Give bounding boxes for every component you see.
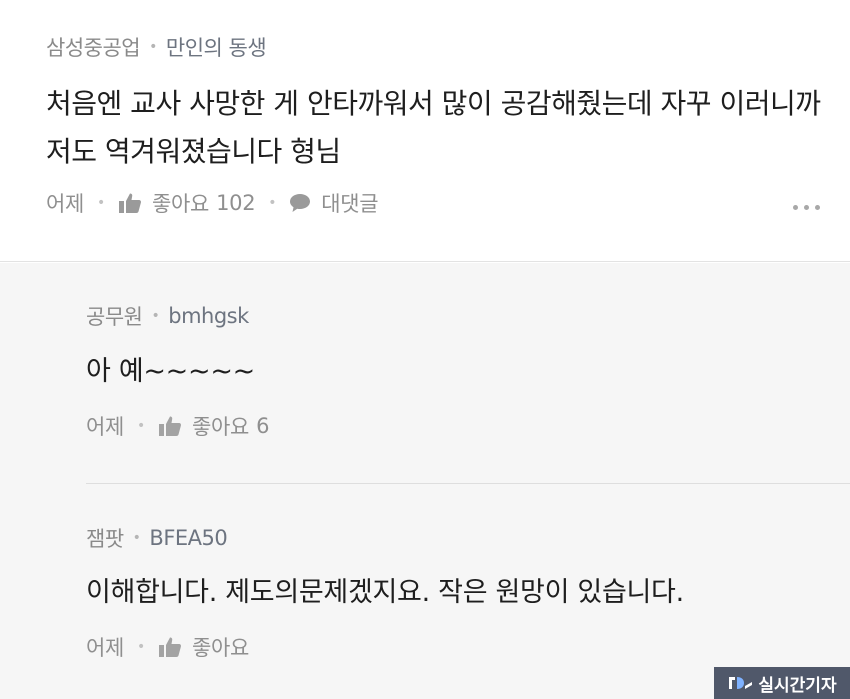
reply-nickname[interactable]: BFEA50 xyxy=(149,526,227,550)
reply-text: 아 예~~~~~ xyxy=(86,356,255,387)
reply-nickname[interactable]: bmhgsk xyxy=(168,304,249,328)
like-label: 좋아요 xyxy=(192,415,250,439)
separator-dot: • xyxy=(268,195,277,211)
more-dots-icon[interactable] xyxy=(793,205,820,210)
speech-bubble-icon xyxy=(290,194,311,212)
reply-label: 대댓글 xyxy=(321,192,379,216)
separator-dot: • xyxy=(137,639,146,655)
comment-text: 처음엔 교사 사망한 게 안타까워서 많이 공감해줬는데 자꾸 이러니까 저도 … xyxy=(46,87,821,168)
reply-meta: 공무원 • bmhgsk xyxy=(86,301,249,331)
main-comment: 삼성중공업 • 만인의 동생 처음엔 교사 사망한 게 안타까워서 많이 공감해… xyxy=(0,0,850,262)
like-count: 6 xyxy=(256,414,270,438)
comment-author[interactable]: 삼성중공업 xyxy=(46,32,141,62)
reply-meta: 잼팟 • BFEA50 xyxy=(86,523,228,553)
reply-author[interactable]: 잼팟 xyxy=(86,523,124,553)
separator-dot: • xyxy=(132,530,141,546)
like-label: 좋아요 xyxy=(192,636,250,660)
comment-actions: 어제 • 좋아요 102 • 대댓글 xyxy=(46,188,379,218)
like-label: 좋아요 xyxy=(152,192,210,216)
comment-nickname[interactable]: 만인의 동생 xyxy=(166,32,267,62)
watermark-badge: 실시간기자 xyxy=(714,667,850,699)
like-count: 102 xyxy=(216,191,256,215)
reply-list: 공무원 • bmhgsk 아 예~~~~~ 어제 • 좋아요 6 잼팟 • BF… xyxy=(0,263,850,699)
reply-time: 어제 xyxy=(86,415,125,439)
reply-author[interactable]: 공무원 xyxy=(86,301,143,331)
thumbs-up-icon xyxy=(159,416,182,436)
reply-text: 이해합니다. 제도의문제겠지요. 작은 원망이 있습니다. xyxy=(86,577,684,608)
separator-dot: • xyxy=(149,39,157,55)
thumbs-up-icon xyxy=(159,637,182,657)
thumbs-up-icon xyxy=(119,193,142,213)
reply-actions: 어제 • 좋아요 6 xyxy=(86,411,269,441)
separator-dot: • xyxy=(151,308,160,324)
watermark-logo-icon xyxy=(729,677,753,689)
separator-dot: • xyxy=(137,418,146,434)
separator-dot: • xyxy=(97,195,106,211)
reply-item: 공무원 • bmhgsk 아 예~~~~~ 어제 • 좋아요 6 xyxy=(86,263,850,483)
comment-time: 어제 xyxy=(46,192,85,216)
like-button[interactable]: 좋아요 102 xyxy=(118,188,256,218)
like-button[interactable]: 좋아요 6 xyxy=(158,411,269,441)
reply-button[interactable]: 대댓글 xyxy=(289,188,379,218)
reply-actions: 어제 • 좋아요 xyxy=(86,632,256,662)
comment-meta: 삼성중공업 • 만인의 동생 xyxy=(46,32,267,62)
like-button[interactable]: 좋아요 xyxy=(158,632,256,662)
reply-time: 어제 xyxy=(86,636,125,660)
watermark-text: 실시간기자 xyxy=(758,675,837,696)
